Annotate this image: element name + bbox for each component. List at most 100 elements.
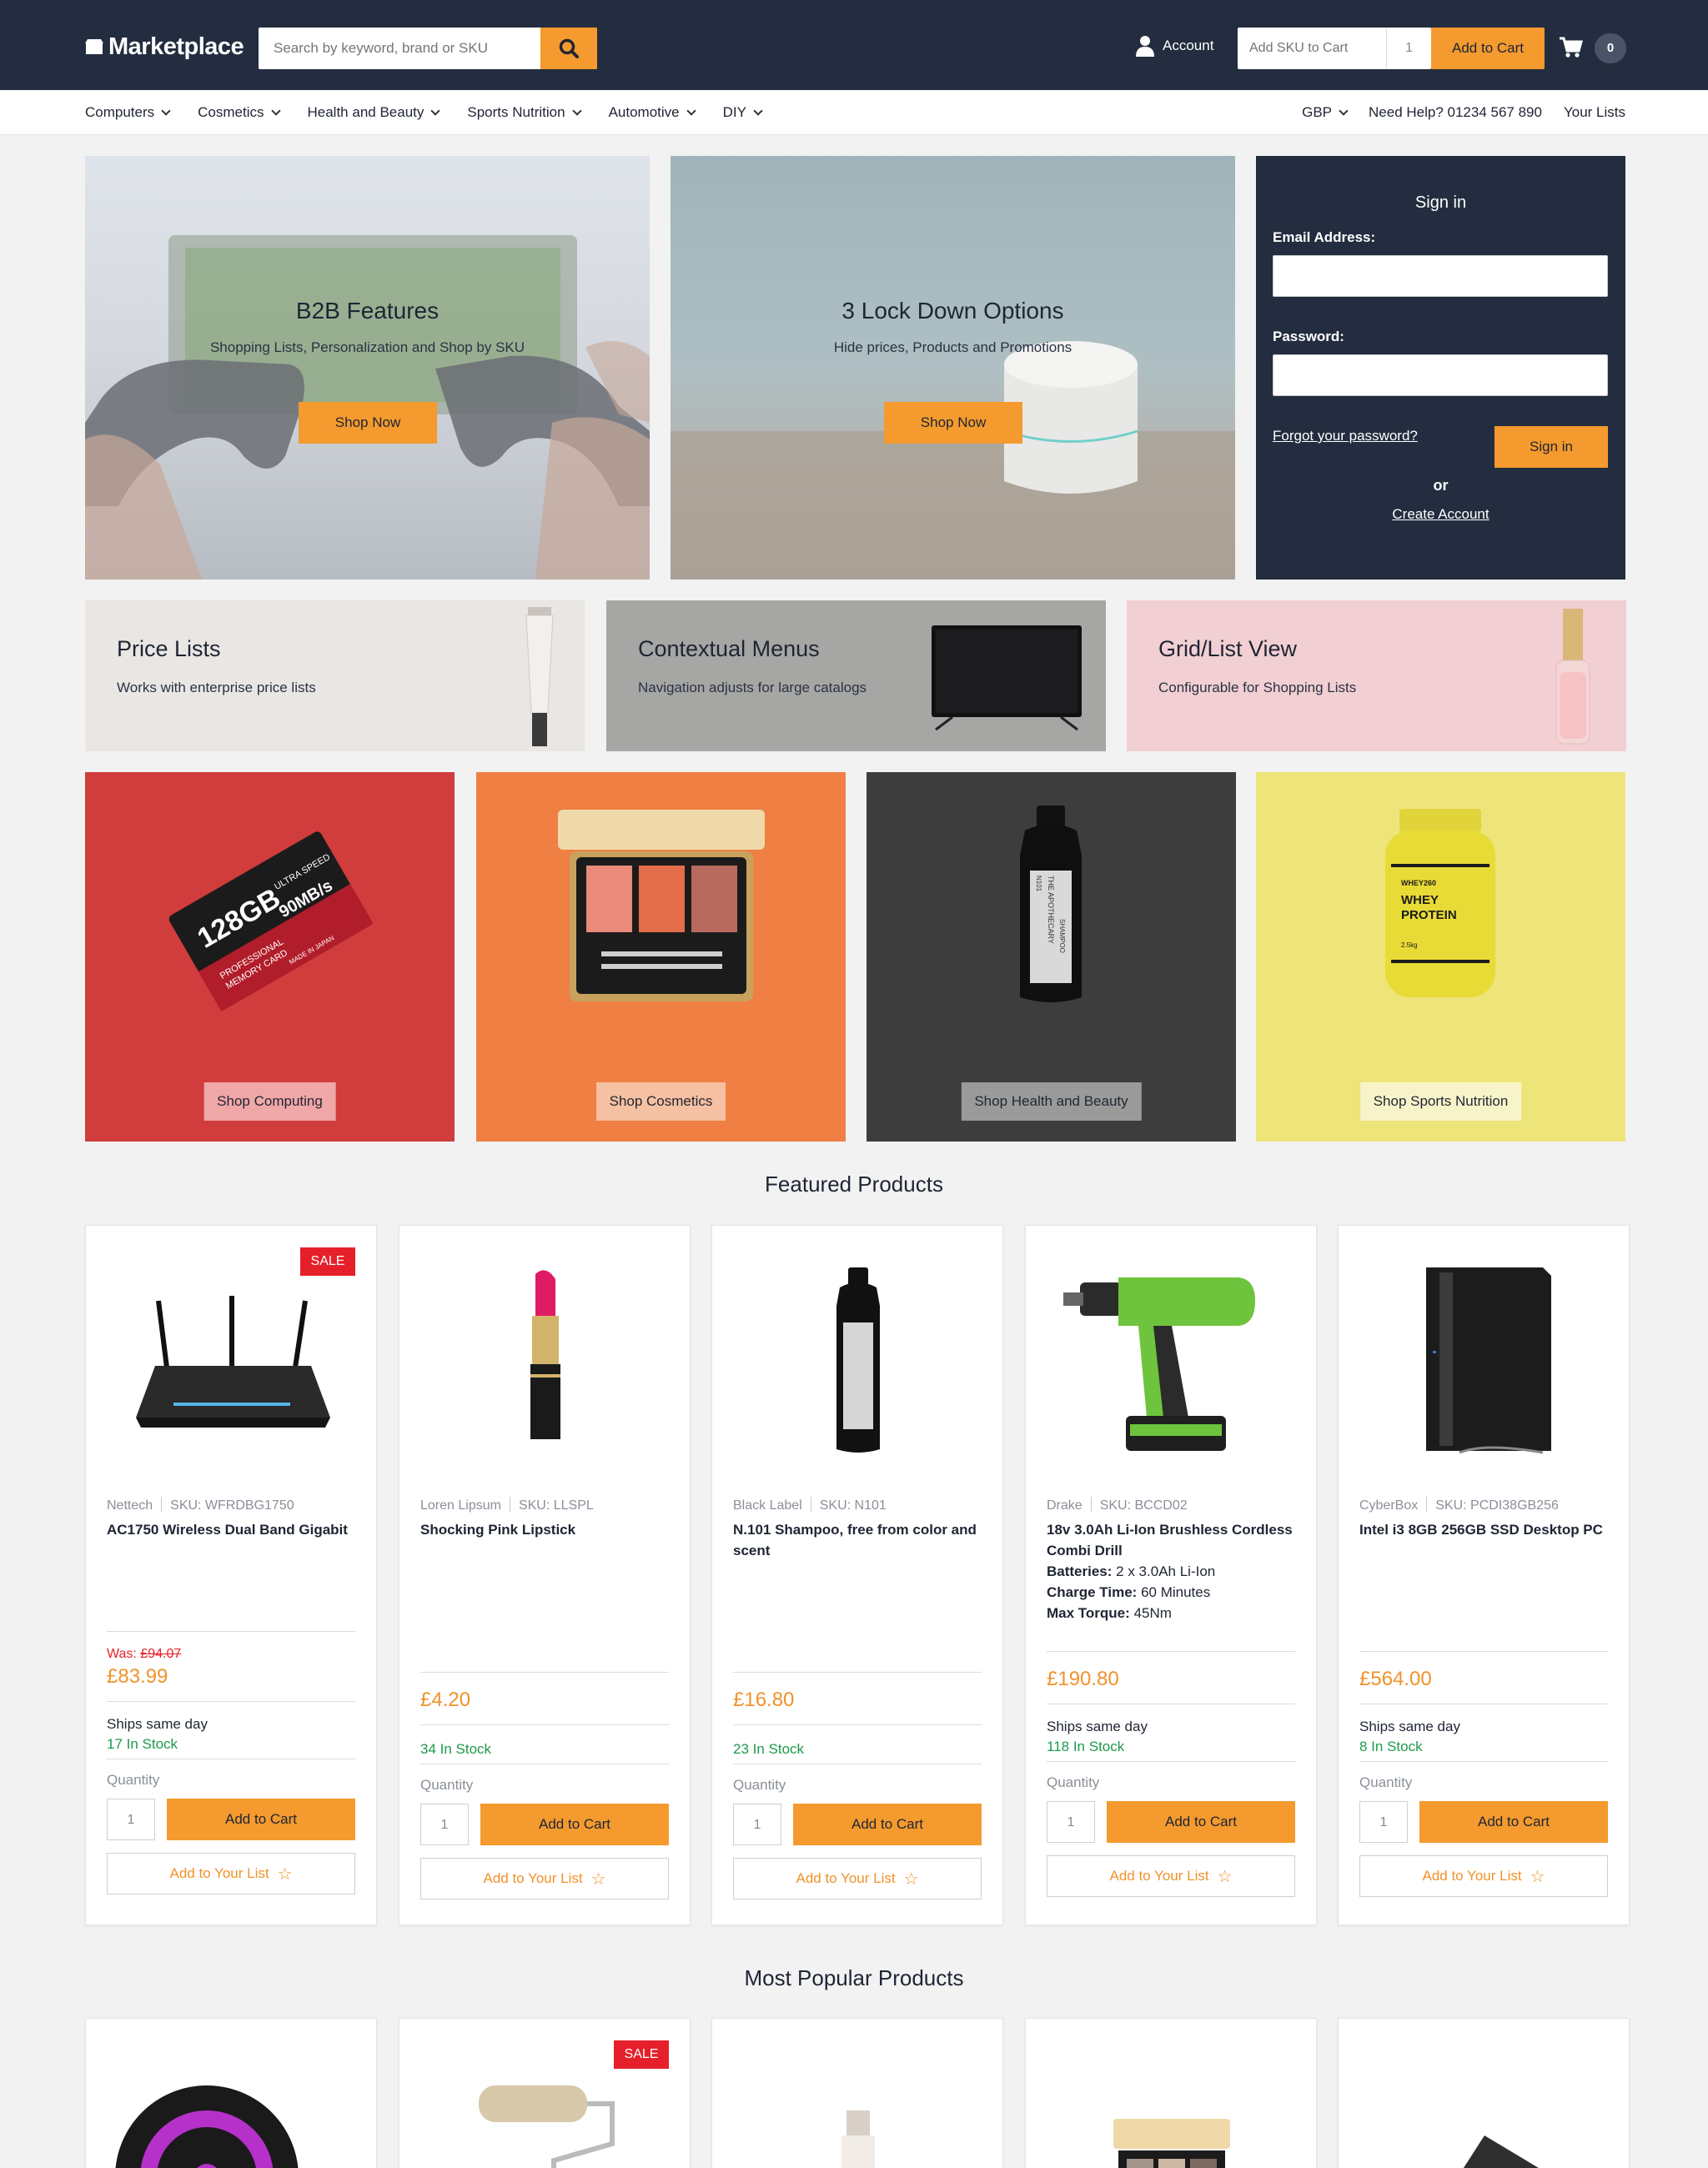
add-to-list-button[interactable]: Add to Your List ☆	[733, 1858, 982, 1900]
forgot-password-link[interactable]: Forgot your password?	[1273, 428, 1418, 444]
product-card[interactable]	[711, 2018, 1003, 2168]
shop-cosmetics-button[interactable]: Shop Cosmetics	[595, 1082, 726, 1121]
ssd-drive-image[interactable]	[1359, 2052, 1610, 2168]
hero-banner-lockdown[interactable]: 3 Lock Down Options Hide prices, Product…	[671, 156, 1235, 580]
add-to-list-label: Add to Your List	[483, 1870, 583, 1886]
add-to-cart-button[interactable]: Add to Cart	[1107, 1801, 1295, 1843]
product-card[interactable]	[1338, 2018, 1630, 2168]
hero-subtitle: Shopping Lists, Personalization and Shop…	[209, 339, 525, 355]
hero-banner-b2b[interactable]: B2B Features Shopping Lists, Personaliza…	[85, 156, 650, 580]
quantity-input[interactable]: 1	[733, 1804, 781, 1845]
promo-contextual-menus[interactable]: Contextual Menus Navigation adjusts for …	[606, 600, 1106, 751]
shop-sports-nutrition-button[interactable]: Shop Sports Nutrition	[1359, 1082, 1522, 1121]
divider	[420, 1724, 669, 1725]
router-image[interactable]	[107, 1259, 357, 1459]
quantity-label: Quantity	[1359, 1774, 1413, 1790]
serum-bottle-image[interactable]	[733, 2052, 983, 2168]
product-name[interactable]: AC1750 Wireless Dual Band Gigabit	[107, 1519, 357, 1540]
add-to-list-button[interactable]: Add to Your List ☆	[420, 1858, 669, 1900]
nav-item[interactable]: Computers	[85, 104, 171, 121]
category-tile-sports-nutrition[interactable]: WHEY260 WHEY PROTEIN 2.5kg Shop Sports N…	[1256, 772, 1625, 1142]
paint-roller-image[interactable]	[420, 2052, 671, 2168]
product-card[interactable]: SALE	[399, 2018, 691, 2168]
product-card[interactable]	[1025, 2018, 1317, 2168]
quantity-input[interactable]: 1	[107, 1799, 155, 1840]
account-label: Account	[1163, 38, 1214, 53]
product-name[interactable]: Shocking Pink Lipstick	[420, 1519, 671, 1540]
divider	[1359, 1761, 1608, 1762]
gamepad-image	[85, 235, 650, 580]
search-button[interactable]	[540, 28, 597, 69]
your-lists-link[interactable]: Your Lists	[1564, 104, 1625, 121]
promo-price-lists[interactable]: Price Lists Works with enterprise price …	[85, 600, 585, 751]
sku-add-to-cart-button[interactable]: Add to Cart	[1431, 28, 1545, 69]
spec-key: Charge Time:	[1047, 1584, 1138, 1600]
drill-image[interactable]	[1047, 1259, 1297, 1459]
eyeshadow-palette-image[interactable]	[1047, 2052, 1297, 2168]
product-name[interactable]: Intel i3 8GB 256GB SSD Desktop PC	[1359, 1519, 1610, 1540]
stock-status: 17 In Stock	[107, 1736, 178, 1752]
add-to-list-button[interactable]: Add to Your List ☆	[1359, 1855, 1608, 1897]
hero-subtitle: Hide prices, Products and Promotions	[833, 339, 1073, 355]
add-to-list-button[interactable]: Add to Your List ☆	[1047, 1855, 1295, 1897]
add-to-list-label: Add to Your List	[1109, 1868, 1209, 1884]
logo[interactable]: Marketplace	[85, 30, 244, 63]
product-card[interactable]: SALE Nettech SKU: WFRDBG1750 AC1750 Wireles…	[85, 1225, 377, 1925]
add-to-cart-button[interactable]: Add to Cart	[480, 1804, 669, 1845]
promo-title: Grid/List View	[1158, 636, 1298, 661]
product-card[interactable]: Black Label SKU: N101 N.101 Shampoo, free …	[711, 1225, 1003, 1925]
quantity-input[interactable]: 1	[1047, 1801, 1095, 1843]
product-card[interactable]: Drake SKU: BCCD02 18v 3.0Ah Li-Ion Brushle…	[1025, 1225, 1317, 1925]
nav-item-label: DIY	[722, 104, 746, 120]
add-to-cart-button[interactable]: Add to Cart	[793, 1804, 982, 1845]
product-card[interactable]: CyberBox SKU: PCDI38GB256 Intel i3 8GB 256…	[1338, 1225, 1630, 1925]
lipstick-image[interactable]	[420, 1259, 671, 1459]
shop-health-beauty-button[interactable]: Shop Health and Beauty	[961, 1082, 1142, 1121]
account-link[interactable]: Account	[1136, 35, 1213, 57]
nav-item[interactable]: Health and Beauty	[308, 104, 441, 121]
product-name[interactable]: 18v 3.0Ah Li-Ion Brushless Cordless Comb…	[1047, 1519, 1297, 1561]
cart-icon[interactable]	[1560, 37, 1583, 58]
add-to-cart-button[interactable]: Add to Cart	[1419, 1801, 1608, 1843]
product-brand: Black Label	[733, 1498, 802, 1513]
promo-grid-list-view[interactable]: Grid/List View Configurable for Shopping…	[1127, 600, 1626, 751]
currency-selector[interactable]: GBP	[1302, 104, 1349, 121]
search-input[interactable]	[259, 28, 539, 69]
signin-button[interactable]: Sign in	[1494, 426, 1608, 468]
sku-quantity-input[interactable]: 1	[1386, 28, 1431, 69]
desktop-pc-image[interactable]	[1359, 1259, 1610, 1459]
nav-item[interactable]: DIY	[722, 104, 763, 121]
nav-item[interactable]: Cosmetics	[198, 104, 281, 121]
quantity-input[interactable]: 1	[1359, 1801, 1408, 1843]
shop-computing-button[interactable]: Shop Computing	[203, 1082, 336, 1121]
sku-input[interactable]	[1238, 28, 1386, 69]
password-field[interactable]	[1273, 354, 1608, 396]
nav-item[interactable]: Sports Nutrition	[467, 104, 582, 121]
shop-now-button[interactable]: Shop Now	[299, 402, 437, 444]
star-icon: ☆	[277, 1864, 293, 1884]
quantity-input[interactable]: 1	[420, 1804, 469, 1845]
chevron-down-icon	[753, 106, 763, 116]
spec-value: 60 Minutes	[1141, 1584, 1211, 1600]
cart-count-badge[interactable]: 0	[1595, 33, 1626, 63]
product-card[interactable]: Loren Lipsum SKU: LLSPL Shocking Pink Lips…	[399, 1225, 691, 1925]
nav-item[interactable]: Automotive	[609, 104, 696, 121]
add-to-list-button[interactable]: Add to Your List ☆	[107, 1853, 355, 1894]
shampoo-image[interactable]	[733, 1259, 983, 1459]
alloy-wheel-image[interactable]	[107, 2052, 357, 2168]
category-tile-computing[interactable]: 128GB ULTRA SPEED 90MB/s PROFESSIONAL ME…	[85, 772, 455, 1142]
nav-item-label: Cosmetics	[198, 104, 264, 120]
category-tile-health-beauty[interactable]: THE APOTHECARY N101 SHAMPOO Shop Health …	[867, 772, 1236, 1142]
smart-speaker-image	[671, 341, 1235, 580]
product-sku: SKU: PCDI38GB256	[1435, 1498, 1559, 1513]
product-name[interactable]: N.101 Shampoo, free from color and scent	[733, 1519, 983, 1561]
product-brand: CyberBox	[1359, 1498, 1419, 1513]
add-to-cart-button[interactable]: Add to Cart	[167, 1799, 355, 1840]
product-sku: SKU: WFRDBG1750	[170, 1498, 294, 1513]
product-card[interactable]	[85, 2018, 377, 2168]
email-field[interactable]	[1273, 255, 1608, 297]
shop-now-button[interactable]: Shop Now	[884, 402, 1022, 444]
create-account-link[interactable]: Create Account	[1256, 506, 1625, 523]
sku-entry: 1	[1238, 28, 1431, 69]
category-tile-cosmetics[interactable]: Shop Cosmetics	[476, 772, 846, 1142]
